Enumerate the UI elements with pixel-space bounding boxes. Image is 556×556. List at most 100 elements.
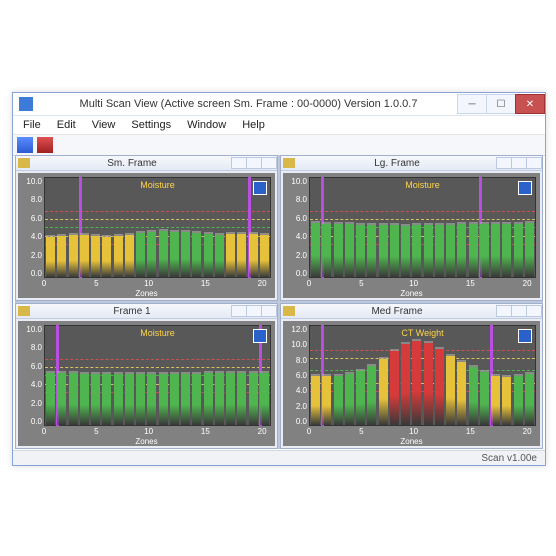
chart: 10.08.06.04.02.00.0Moisture05101520Zones	[18, 321, 275, 446]
chart: 10.08.06.04.02.00.0Moisture 05101520Zones	[18, 173, 275, 298]
panel-btn[interactable]	[526, 157, 542, 169]
chart-panel: Sm. Frame 10.08.06.04.02.00.0Moisture 0510…	[15, 155, 278, 301]
bar	[215, 233, 224, 277]
bar	[69, 233, 78, 277]
bar	[525, 372, 534, 425]
x-axis-labels: 05101520	[44, 427, 271, 436]
x-axis-title: Zones	[283, 289, 540, 298]
bar	[114, 234, 123, 277]
menu-settings[interactable]: Settings	[123, 118, 179, 132]
panel-title: Sm. Frame	[32, 158, 232, 169]
x-axis-title: Zones	[18, 437, 275, 446]
bar	[260, 233, 269, 277]
menu-view[interactable]: View	[84, 118, 124, 132]
panel-btn[interactable]	[496, 157, 512, 169]
chart-options-icon[interactable]	[518, 329, 532, 343]
plot-area: Moisture	[44, 325, 271, 426]
bar	[69, 371, 78, 425]
panel-btn[interactable]	[261, 305, 277, 317]
chart-options-icon[interactable]	[253, 181, 267, 195]
y-axis-labels: 10.08.06.04.02.00.0	[283, 177, 309, 278]
panel-icon	[283, 158, 295, 168]
chart-title: Moisture	[310, 180, 535, 190]
bar	[226, 371, 235, 425]
panel-title: Frame 1	[32, 306, 232, 317]
panel-btn[interactable]	[246, 305, 262, 317]
bar	[435, 347, 444, 425]
app-icon	[19, 97, 33, 111]
plot-area: CT Weight	[309, 325, 536, 426]
bar	[379, 223, 388, 277]
statusbar: Scan v1.00e	[13, 450, 545, 465]
panel-header: Lg. Frame	[281, 156, 542, 171]
bar	[356, 369, 365, 425]
panel-btn[interactable]	[231, 305, 247, 317]
bar	[237, 371, 246, 425]
bar	[192, 231, 201, 277]
bar	[204, 232, 213, 277]
bar	[401, 342, 410, 425]
panel-btn[interactable]	[511, 157, 527, 169]
x-axis-title: Zones	[18, 289, 275, 298]
toolbar-btn-1[interactable]	[17, 137, 33, 153]
bar	[514, 374, 523, 426]
bar	[334, 374, 343, 426]
chart-title: Moisture	[45, 328, 270, 338]
minimize-button[interactable]: ─	[457, 94, 487, 114]
bar	[125, 372, 134, 425]
bar	[125, 233, 134, 277]
chart-options-icon[interactable]	[518, 181, 532, 195]
panel-btn[interactable]	[511, 305, 527, 317]
y-axis-labels: 10.08.06.04.02.00.0	[18, 177, 44, 278]
titlebar: Multi Scan View (Active screen Sm. Frame…	[13, 93, 545, 116]
close-button[interactable]: ✕	[515, 94, 545, 114]
menu-help[interactable]: Help	[234, 118, 273, 132]
plot-area: Moisture	[309, 177, 536, 278]
menu-file[interactable]: File	[15, 118, 49, 132]
bar	[46, 235, 55, 277]
panel-title: Med Frame	[297, 306, 497, 317]
bar	[57, 234, 66, 277]
x-axis-labels: 05101520	[309, 279, 536, 288]
panel-btn[interactable]	[246, 157, 262, 169]
menu-window[interactable]: Window	[179, 118, 234, 132]
bar	[401, 224, 410, 277]
bar	[469, 365, 478, 425]
bar	[322, 222, 331, 277]
chart-panel: Lg. Frame 10.08.06.04.02.00.0Moisture 0510…	[280, 155, 543, 301]
bar	[181, 372, 190, 425]
bar	[412, 223, 421, 277]
bar	[424, 223, 433, 277]
bar	[226, 232, 235, 277]
bar	[170, 372, 179, 425]
menu-edit[interactable]: Edit	[49, 118, 84, 132]
bar	[322, 374, 331, 425]
bar	[491, 222, 500, 277]
bar	[249, 371, 258, 425]
toolbar-btn-2[interactable]	[37, 137, 53, 153]
panel-btn[interactable]	[496, 305, 512, 317]
bar	[215, 371, 224, 425]
x-axis-labels: 05101520	[44, 279, 271, 288]
bar	[390, 223, 399, 277]
bar	[480, 222, 489, 277]
chart-options-icon[interactable]	[253, 329, 267, 343]
bar	[435, 223, 444, 277]
panel-btn[interactable]	[526, 305, 542, 317]
chart-panel: Frame 110.08.06.04.02.00.0Moisture051015…	[15, 303, 278, 449]
bar	[390, 349, 399, 425]
panel-btn[interactable]	[231, 157, 247, 169]
bar	[311, 374, 320, 426]
bar	[91, 372, 100, 425]
panel-icon	[18, 158, 30, 168]
panel-btn[interactable]	[261, 157, 277, 169]
chart-title: CT Weight	[310, 328, 535, 338]
bar	[469, 222, 478, 277]
chart-title: Moisture	[45, 180, 270, 190]
maximize-button[interactable]: ☐	[486, 94, 516, 114]
panel-header: Med Frame	[281, 304, 542, 319]
bar	[192, 372, 201, 425]
bar	[367, 364, 376, 425]
panel-icon	[283, 306, 295, 316]
toolbar	[13, 135, 545, 156]
